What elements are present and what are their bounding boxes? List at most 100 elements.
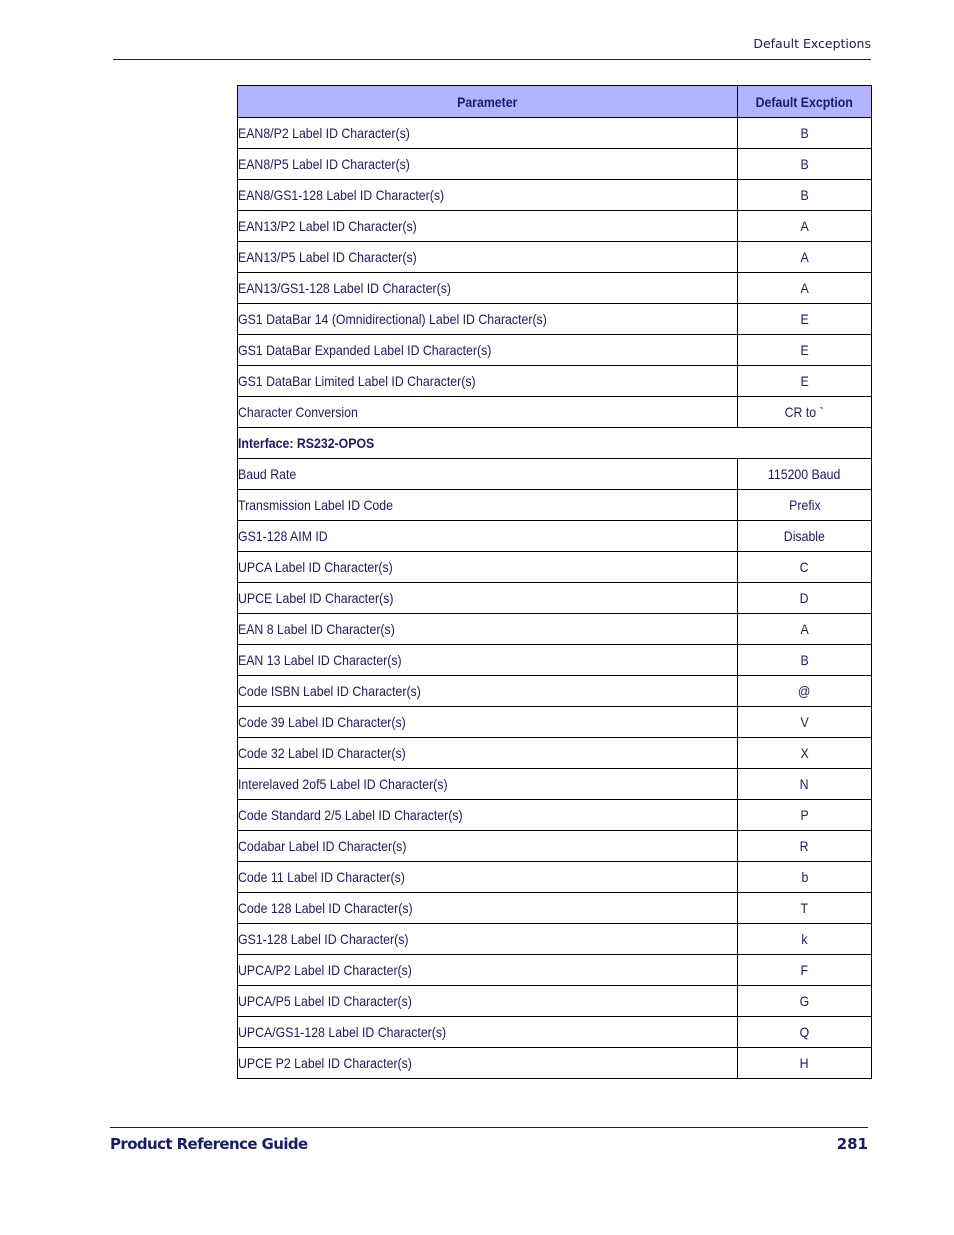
parameter-cell: Code 39 Label ID Character(s)	[237, 706, 738, 738]
parameter-cell: Code Standard 2/5 Label ID Character(s)	[237, 799, 738, 831]
table-row: GS1-128 AIM ID Disable	[237, 520, 872, 552]
parameter-cell: UPCA Label ID Character(s)	[237, 551, 738, 583]
parameter-cell: Interelaved 2of5 Label ID Character(s)	[237, 768, 738, 800]
default-value-cell: Prefix	[737, 489, 872, 521]
default-value-cell: A	[737, 241, 872, 273]
table-row: UPCA Label ID Character(s) C	[237, 551, 872, 583]
table-row: EAN 13 Label ID Character(s) B	[237, 644, 872, 676]
parameter-cell: EAN 13 Label ID Character(s)	[237, 644, 738, 676]
default-value-cell: N	[737, 768, 872, 800]
table-header-row: Parameter Default Excption	[237, 85, 872, 118]
default-value-cell: T	[737, 892, 872, 924]
parameter-cell: EAN8/P2 Label ID Character(s)	[237, 117, 738, 149]
default-value-cell: B	[737, 117, 872, 149]
default-value-cell: E	[737, 365, 872, 397]
default-value-cell: A	[737, 272, 872, 304]
parameter-cell: UPCA/P2 Label ID Character(s)	[237, 954, 738, 986]
parameter-cell: UPCE Label ID Character(s)	[237, 582, 738, 614]
table-row: Code 128 Label ID Character(s) T	[237, 892, 872, 924]
table-row: Code ISBN Label ID Character(s) @	[237, 675, 872, 707]
parameter-cell: Code ISBN Label ID Character(s)	[237, 675, 738, 707]
default-value-cell: G	[737, 985, 872, 1017]
parameter-cell: GS1 DataBar Expanded Label ID Character(…	[237, 334, 738, 366]
default-value-cell: P	[737, 799, 872, 831]
parameter-cell: UPCE P2 Label ID Character(s)	[237, 1047, 738, 1079]
table-body-top: EAN8/P2 Label ID Character(s) B EAN8/P5 La…	[237, 117, 872, 428]
parameter-cell: GS1 DataBar 14 (Omnidirectional) Label I…	[237, 303, 738, 335]
parameter-cell: EAN 8 Label ID Character(s)	[237, 613, 738, 645]
parameter-cell: GS1-128 Label ID Character(s)	[237, 923, 738, 955]
table-row: EAN 8 Label ID Character(s) A	[237, 613, 872, 645]
parameter-cell: Character Conversion	[237, 396, 738, 428]
table-row: GS1 DataBar Limited Label ID Character(s…	[237, 365, 872, 397]
column-header-default: Default Excption	[737, 85, 872, 118]
default-value-cell: Q	[737, 1016, 872, 1048]
default-exceptions-table: Parameter Default Excption EAN8/P2 Label…	[237, 85, 872, 1079]
parameter-cell: EAN8/GS1-128 Label ID Character(s)	[237, 179, 738, 211]
default-value-cell: k	[737, 923, 872, 955]
table-row: EAN8/GS1-128 Label ID Character(s) B	[237, 179, 872, 211]
parameter-cell: GS1-128 AIM ID	[237, 520, 738, 552]
section-heading: Interface: RS232-OPOS	[237, 427, 872, 459]
table-row: UPCE Label ID Character(s) D	[237, 582, 872, 614]
parameter-cell: Code 11 Label ID Character(s)	[237, 861, 738, 893]
default-value-cell: H	[737, 1047, 872, 1079]
default-value-cell: F	[737, 954, 872, 986]
parameter-cell: Codabar Label ID Character(s)	[237, 830, 738, 862]
table-row: GS1 DataBar Expanded Label ID Character(…	[237, 334, 872, 366]
table-row: EAN13/P5 Label ID Character(s) A	[237, 241, 872, 273]
default-value-cell: D	[737, 582, 872, 614]
page-footer: Product Reference Guide 281	[110, 1127, 868, 1153]
default-value-cell: B	[737, 148, 872, 180]
default-value-cell: E	[737, 303, 872, 335]
parameter-cell: Transmission Label ID Code	[237, 489, 738, 521]
default-value-cell: Disable	[737, 520, 872, 552]
table-row: Code 32 Label ID Character(s) X	[237, 737, 872, 769]
section-title: Default Exceptions	[753, 36, 871, 51]
default-value-cell: E	[737, 334, 872, 366]
default-value-cell: B	[737, 644, 872, 676]
table-row: UPCA/GS1-128 Label ID Character(s) Q	[237, 1016, 872, 1048]
parameter-cell: EAN8/P5 Label ID Character(s)	[237, 148, 738, 180]
table-row: Codabar Label ID Character(s) R	[237, 830, 872, 862]
page-number: 281	[836, 1135, 868, 1153]
default-value-cell: C	[737, 551, 872, 583]
default-value-cell: 115200 Baud	[737, 458, 872, 490]
table-row: EAN8/P5 Label ID Character(s) B	[237, 148, 872, 180]
default-value-cell: B	[737, 179, 872, 211]
default-value-cell: R	[737, 830, 872, 862]
table-row: Character Conversion CR to `	[237, 396, 872, 428]
table-row: EAN13/P2 Label ID Character(s) A	[237, 210, 872, 242]
parameter-cell: Code 32 Label ID Character(s)	[237, 737, 738, 769]
parameter-cell: EAN13/P2 Label ID Character(s)	[237, 210, 738, 242]
column-header-parameter: Parameter	[237, 85, 738, 118]
default-value-cell: @	[737, 675, 872, 707]
table-row: Baud Rate 115200 Baud	[237, 458, 872, 490]
table-row: Interelaved 2of5 Label ID Character(s) N	[237, 768, 872, 800]
section-heading-body: Interface: RS232-OPOS	[237, 427, 872, 459]
footer-title: Product Reference Guide	[110, 1135, 308, 1153]
table-body-bottom: Baud Rate 115200 Baud Transmission Label I…	[237, 458, 872, 1079]
parameter-cell: GS1 DataBar Limited Label ID Character(s…	[237, 365, 738, 397]
table-row: EAN8/P2 Label ID Character(s) B	[237, 117, 872, 149]
default-value-cell: A	[737, 210, 872, 242]
parameter-cell: EAN13/GS1-128 Label ID Character(s)	[237, 272, 738, 304]
table-row: EAN13/GS1-128 Label ID Character(s) A	[237, 272, 872, 304]
default-value-cell: A	[737, 613, 872, 645]
parameter-cell: EAN13/P5 Label ID Character(s)	[237, 241, 738, 273]
table-row: Transmission Label ID Code Prefix	[237, 489, 872, 521]
table-row: UPCE P2 Label ID Character(s) H	[237, 1047, 872, 1079]
section-heading-row: Interface: RS232-OPOS	[237, 427, 872, 459]
table-row: UPCA/P2 Label ID Character(s) F	[237, 954, 872, 986]
table-row: UPCA/P5 Label ID Character(s) G	[237, 985, 872, 1017]
parameter-cell: Code 128 Label ID Character(s)	[237, 892, 738, 924]
default-value-cell: V	[737, 706, 872, 738]
table-row: GS1-128 Label ID Character(s) k	[237, 923, 872, 955]
default-value-cell: b	[737, 861, 872, 893]
parameter-cell: UPCA/P5 Label ID Character(s)	[237, 985, 738, 1017]
default-value-cell: X	[737, 737, 872, 769]
running-header: Default Exceptions	[113, 34, 871, 60]
parameter-cell: UPCA/GS1-128 Label ID Character(s)	[237, 1016, 738, 1048]
table-row: Code 39 Label ID Character(s) V	[237, 706, 872, 738]
table-row: Code Standard 2/5 Label ID Character(s) P	[237, 799, 872, 831]
